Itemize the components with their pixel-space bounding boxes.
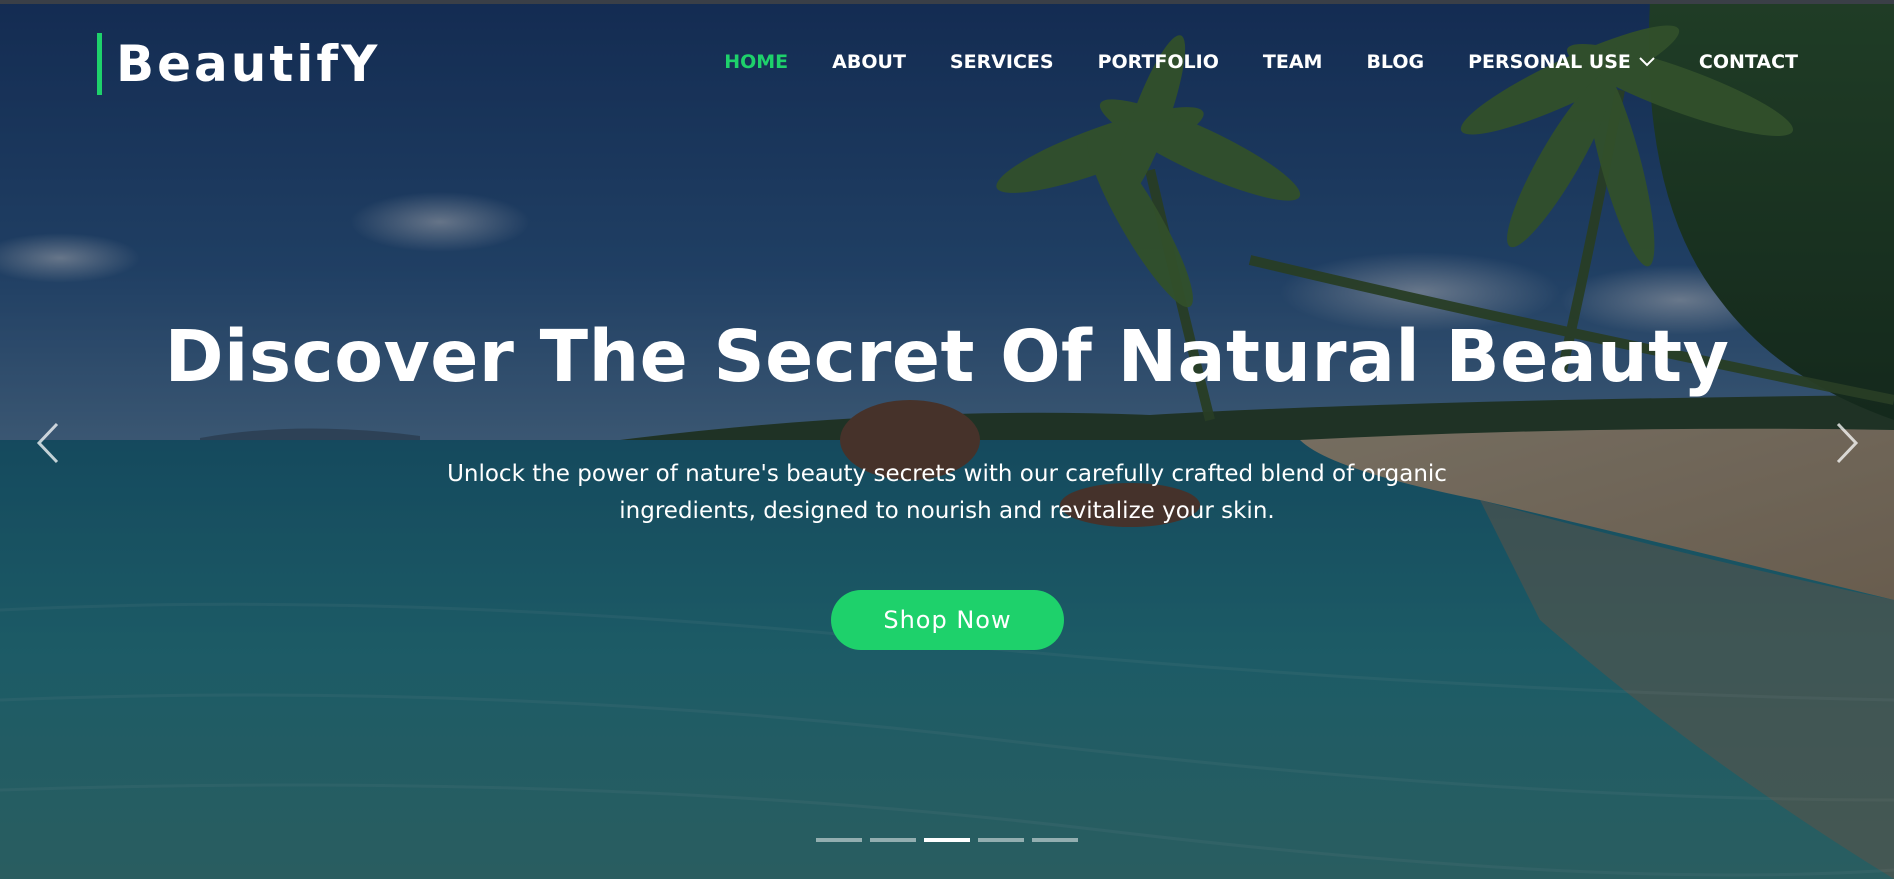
nav-contact[interactable]: CONTACT	[1699, 51, 1798, 73]
chevron-left-icon	[36, 422, 59, 464]
hero-title: Discover The Secret Of Natural Beauty	[164, 315, 1730, 398]
carousel-indicator[interactable]	[1032, 838, 1078, 842]
carousel-indicator[interactable]	[978, 838, 1024, 842]
nav-about[interactable]: ABOUT	[832, 51, 906, 73]
nav-team[interactable]: TEAM	[1263, 51, 1323, 73]
carousel-indicator[interactable]	[816, 838, 862, 842]
nav-home[interactable]: HOME	[724, 51, 788, 73]
carousel-indicator[interactable]	[870, 838, 916, 842]
nav-portfolio[interactable]: PORTFOLIO	[1098, 51, 1219, 73]
browser-edge	[0, 0, 1894, 4]
brand-logo[interactable]: BeautifY	[97, 33, 380, 95]
chevron-down-icon	[1639, 57, 1655, 67]
nav-personal-use[interactable]: PERSONAL USE	[1468, 51, 1655, 73]
carousel-prev-button[interactable]	[28, 418, 68, 468]
shop-now-button[interactable]: Shop Now	[831, 590, 1064, 650]
carousel-next-button[interactable]	[1827, 418, 1867, 468]
nav-services[interactable]: SERVICES	[950, 51, 1054, 73]
carousel-indicators	[0, 838, 1894, 846]
main-nav: HOME ABOUT SERVICES PORTFOLIO TEAM BLOG …	[680, 44, 1798, 80]
hero-content: Discover The Secret Of Natural Beauty Un…	[0, 0, 1894, 879]
brand-name: BeautifY	[116, 35, 381, 93]
carousel-indicator-active[interactable]	[924, 838, 970, 842]
chevron-right-icon	[1836, 422, 1859, 464]
hero-carousel: BeautifY HOME ABOUT SERVICES PORTFOLIO T…	[0, 0, 1894, 879]
nav-blog[interactable]: BLOG	[1366, 51, 1424, 73]
hero-subtitle: Unlock the power of nature's beauty secr…	[447, 461, 1447, 524]
nav-personal-use-label: PERSONAL USE	[1468, 51, 1631, 73]
site-header: BeautifY HOME ABOUT SERVICES PORTFOLIO T…	[0, 0, 1894, 120]
